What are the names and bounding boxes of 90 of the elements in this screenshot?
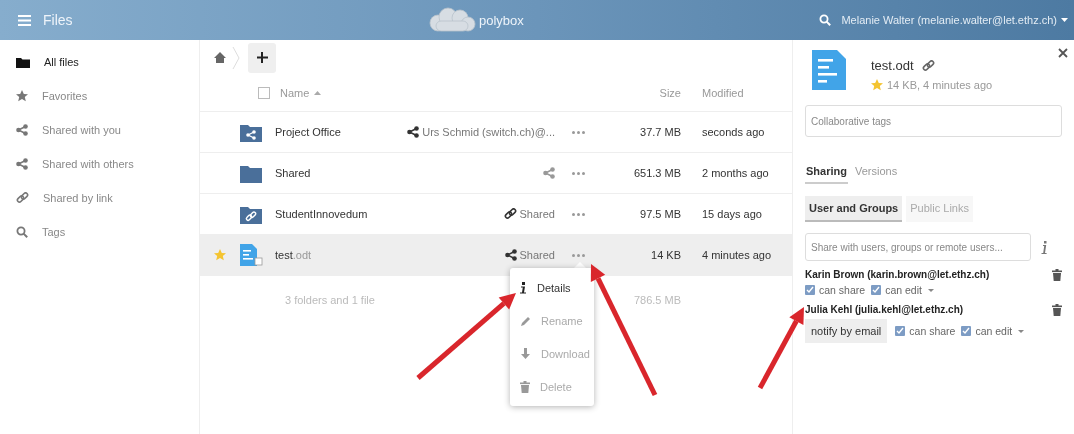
folder-icon	[16, 56, 30, 68]
trash-icon[interactable]	[1052, 269, 1062, 281]
file-row[interactable]: test.odt Shared 14 KB 4 minutes ago	[200, 235, 792, 276]
checkbox[interactable]	[805, 285, 815, 295]
share-status[interactable]: Shared	[504, 249, 555, 261]
info-icon[interactable]	[1041, 240, 1048, 254]
sidebar-item[interactable]: All files	[0, 45, 199, 79]
user-menu[interactable]: Melanie Walter (melanie.walter@let.ethz.ch)	[841, 14, 1068, 26]
file-meta: 14 KB, 4 minutes ago	[887, 79, 993, 91]
checkbox[interactable]	[895, 326, 906, 336]
modified-time: seconds ago	[701, 126, 766, 138]
permission-label: can edit	[975, 325, 1013, 337]
download-icon	[520, 347, 531, 360]
share-status[interactable]: Urs Schmid (switch.ch)@...	[407, 126, 555, 138]
star-icon	[16, 90, 28, 102]
breadcrumb-separator-icon	[232, 46, 240, 69]
search-icon[interactable]	[819, 14, 832, 26]
file-row[interactable]: Project Office Urs Schmid (switch.ch)@... 37.7 MB seconds ago	[200, 112, 792, 153]
file-size: 97.5 MB	[640, 208, 681, 220]
sidebar-item[interactable]: Shared with you	[0, 113, 199, 147]
checkbox[interactable]	[871, 285, 882, 295]
file-size: 651.3 MB	[633, 167, 681, 179]
file-name: Shared	[275, 167, 312, 179]
document-icon	[240, 244, 263, 266]
modified-column-header[interactable]: Modified	[681, 87, 744, 99]
tags-field[interactable]: Collaborative tags	[805, 105, 1062, 137]
link-folder-icon	[240, 204, 262, 224]
search-icon	[16, 226, 28, 238]
link-icon[interactable]	[921, 59, 935, 72]
sidebar-item[interactable]: Tags	[0, 215, 199, 249]
modified-time: 15 days ago	[701, 208, 763, 220]
sidebar-item[interactable]: Shared by link	[0, 181, 199, 215]
new-button[interactable]	[248, 42, 276, 73]
document-icon	[812, 50, 846, 90]
checkbox[interactable]	[961, 326, 972, 336]
share-icon	[407, 126, 420, 138]
sharee-name: Karin Brown (karin.brown@let.ethz.ch)	[805, 269, 991, 280]
tab[interactable]: Sharing	[805, 165, 848, 184]
share-icon[interactable]	[543, 167, 555, 179]
permission-label: can share	[819, 284, 866, 296]
share-field[interactable]: Share with users, groups or remote users...	[805, 233, 1031, 261]
share-status[interactable]: Shared	[503, 208, 555, 220]
file-count-summary: 3 folders and 1 file	[284, 294, 376, 306]
file-name: StudentInnovedum	[275, 208, 369, 220]
trash-icon[interactable]	[1052, 304, 1062, 316]
app-title: Files	[43, 12, 73, 28]
modified-time: 4 minutes ago	[701, 249, 773, 261]
total-size: 786.5 MB	[633, 294, 681, 306]
notify-button[interactable]: notify by email	[805, 319, 888, 343]
permission-label: can edit	[885, 284, 922, 296]
name-column-header[interactable]: Name	[280, 87, 322, 99]
pencil-icon	[520, 314, 531, 327]
sidebar-item[interactable]: Shared with others	[0, 147, 199, 181]
select-all-checkbox[interactable]	[258, 87, 270, 99]
plus-icon	[256, 52, 268, 63]
file-row[interactable]: Shared 651.3 MB 2 months ago	[200, 153, 792, 194]
menu-icon[interactable]	[18, 14, 31, 26]
close-icon[interactable]	[1058, 48, 1068, 58]
logo-text: polybox	[479, 12, 524, 28]
trash-icon	[520, 380, 530, 393]
folder-icon	[240, 163, 262, 183]
share-icon	[504, 249, 517, 261]
menu-item[interactable]: Rename	[510, 304, 594, 337]
file-title: test.odt	[871, 58, 914, 73]
caret-icon	[1061, 18, 1068, 22]
info-icon	[520, 281, 527, 294]
file-size: 14 KB	[651, 249, 681, 261]
cloud-logo-icon	[428, 7, 476, 33]
tab[interactable]: Versions	[853, 165, 899, 184]
link-icon	[503, 208, 517, 220]
file-name: test.odt	[275, 249, 313, 261]
file-name: Project Office	[275, 126, 342, 138]
share-icon	[16, 158, 28, 170]
tab[interactable]: User and Groups	[805, 196, 903, 222]
share-icon	[16, 124, 28, 136]
permission-label: can share	[909, 325, 956, 337]
caret-icon[interactable]	[927, 288, 934, 292]
link-icon	[16, 192, 29, 204]
shared-folder-icon	[240, 122, 262, 142]
home-icon[interactable]	[214, 52, 226, 63]
menu-item[interactable]: Delete	[510, 370, 594, 403]
file-size: 37.7 MB	[640, 126, 681, 138]
sharee-name: Julia Kehl (julia.kehl@let.ethz.ch)	[805, 304, 965, 315]
sidebar-item[interactable]: Favorites	[0, 79, 199, 113]
sort-caret-icon	[314, 91, 322, 95]
size-column-header[interactable]: Size	[659, 87, 681, 99]
menu-item[interactable]: Download	[510, 337, 594, 370]
caret-icon[interactable]	[1018, 329, 1025, 333]
tab[interactable]: Public Links	[906, 196, 973, 222]
modified-time: 2 months ago	[701, 167, 770, 179]
